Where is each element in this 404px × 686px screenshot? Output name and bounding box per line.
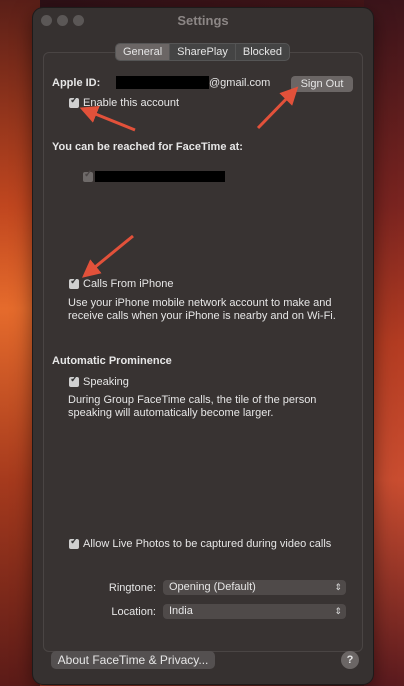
arrow-to-sign-out (256, 86, 299, 130)
annotation-arrows (79, 86, 299, 278)
arrow-to-enable-account (79, 106, 136, 132)
arrow-to-calls-from-iphone (82, 234, 134, 278)
